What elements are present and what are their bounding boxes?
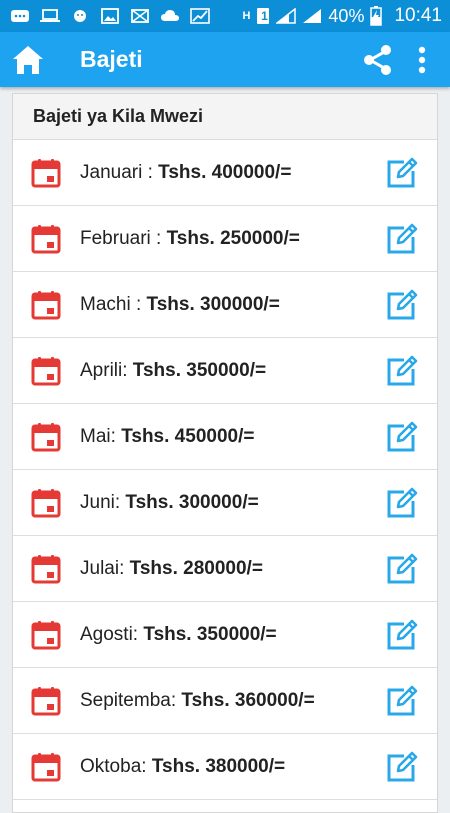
list-item[interactable]: Mai: Tshs. 450000/=: [13, 404, 437, 470]
month-budget-text: Agosti: Tshs. 350000/=: [80, 624, 277, 646]
calendar-icon: [31, 357, 61, 386]
list-item[interactable]: Januari : Tshs. 400000/=: [13, 140, 437, 206]
month-budget-text: Aprili: Tshs. 350000/=: [80, 360, 266, 382]
month-budget-text: Machi : Tshs. 300000/=: [80, 294, 280, 316]
month-budget-text: Februari : Tshs. 250000/=: [80, 228, 300, 250]
network-type-label: H: [242, 10, 251, 22]
image-icon: [101, 8, 119, 24]
edit-icon: [387, 619, 418, 650]
edit-button[interactable]: [385, 156, 419, 190]
list-item[interactable]: Sepitemba: Tshs. 360000/=: [13, 668, 437, 734]
sim-slot-label: 1: [261, 9, 268, 23]
month-budget-text: Januari : Tshs. 400000/=: [80, 162, 291, 184]
edit-icon: [387, 553, 418, 584]
budget-list: Januari : Tshs. 400000/= Februari : Tshs…: [13, 140, 437, 800]
list-item[interactable]: Aprili: Tshs. 350000/=: [13, 338, 437, 404]
edit-button[interactable]: [385, 354, 419, 388]
message-icon: [11, 10, 29, 22]
calendar-icon: [31, 621, 61, 650]
month-label: Oktoba:: [80, 755, 152, 777]
calendar-icon: [31, 753, 61, 782]
month-label: Aprili:: [80, 359, 133, 381]
more-vert-icon: [418, 46, 426, 73]
page-title: Bajeti: [80, 46, 143, 72]
list-item[interactable]: Julai: Tshs. 280000/=: [13, 536, 437, 602]
list-item[interactable]: Februari : Tshs. 250000/=: [13, 206, 437, 272]
app-bar-actions: [356, 32, 450, 87]
list-item[interactable]: Juni: Tshs. 300000/=: [13, 470, 437, 536]
edit-button[interactable]: [385, 222, 419, 256]
month-budget-text: Mai: Tshs. 450000/=: [80, 426, 254, 448]
edit-button[interactable]: [385, 288, 419, 322]
calendar-icon: [31, 555, 61, 584]
budget-card: Bajeti ya Kila Mwezi Januari : Tshs. 400…: [12, 93, 438, 813]
edit-button[interactable]: [385, 684, 419, 718]
month-label: Julai:: [80, 557, 130, 579]
month-budget-text: Julai: Tshs. 280000/=: [80, 558, 263, 580]
amount-value: Tshs. 380000/=: [151, 755, 286, 777]
face-icon: [74, 10, 86, 22]
calendar-icon: [31, 225, 61, 254]
month-budget-text: Juni: Tshs. 300000/=: [80, 492, 259, 514]
edit-icon: [387, 487, 418, 518]
edit-icon: [387, 289, 418, 320]
chart-icon: [190, 8, 210, 24]
amount-value: Tshs. 350000/=: [132, 359, 267, 381]
edit-button[interactable]: [385, 420, 419, 454]
battery-percent: 40%: [328, 5, 365, 26]
edit-button[interactable]: [385, 552, 419, 586]
edit-icon: [387, 421, 418, 452]
status-bar: H 1 40% 10:41: [0, 0, 450, 32]
system-icons: H 1 40% 10:41: [242, 5, 442, 27]
share-icon: [364, 44, 391, 75]
edit-icon: [387, 157, 418, 188]
edit-button[interactable]: [385, 750, 419, 784]
amount-value: Tshs. 280000/=: [129, 557, 263, 579]
home-icon: [13, 45, 43, 74]
calendar-icon: [31, 159, 61, 188]
month-label: Sepitemba:: [80, 689, 182, 711]
clock: 10:41: [394, 5, 442, 26]
notification-icons: [10, 8, 210, 24]
signal-icon-1: [276, 8, 297, 24]
month-label: Agosti:: [80, 623, 144, 645]
month-label: Januari :: [80, 161, 159, 183]
share-button[interactable]: [356, 32, 400, 87]
month-budget-text: Sepitemba: Tshs. 360000/=: [80, 690, 315, 712]
list-item[interactable]: Machi : Tshs. 300000/=: [13, 272, 437, 338]
edit-button[interactable]: [385, 486, 419, 520]
calendar-icon: [31, 423, 61, 452]
month-label: Februari :: [80, 227, 167, 249]
mail-icon: [131, 9, 149, 23]
edit-icon: [387, 751, 418, 782]
amount-value: Tshs. 300000/=: [125, 491, 259, 513]
cloud-icon: [161, 10, 179, 21]
amount-value: Tshs. 350000/=: [143, 623, 277, 645]
amount-value: Tshs. 400000/=: [158, 161, 292, 183]
amount-value: Tshs. 250000/=: [166, 227, 300, 249]
amount-value: Tshs. 450000/=: [121, 425, 255, 447]
signal-icon-2: [303, 9, 322, 23]
battery-charging-icon: [370, 6, 383, 26]
home-button[interactable]: [0, 32, 56, 87]
list-item[interactable]: Agosti: Tshs. 350000/=: [13, 602, 437, 668]
amount-value: Tshs. 300000/=: [146, 293, 280, 315]
edit-button[interactable]: [385, 618, 419, 652]
month-label: Juni:: [80, 491, 126, 513]
laptop-icon: [40, 9, 60, 22]
edit-icon: [387, 685, 418, 716]
card-title: Bajeti ya Kila Mwezi: [13, 94, 437, 140]
app-bar: Bajeti: [0, 32, 450, 87]
month-label: Mai:: [80, 425, 122, 447]
calendar-icon: [31, 687, 61, 716]
amount-value: Tshs. 360000/=: [181, 689, 315, 711]
more-options-button[interactable]: [400, 32, 444, 87]
calendar-icon: [31, 489, 61, 518]
calendar-icon: [31, 291, 61, 320]
list-item[interactable]: Oktoba: Tshs. 380000/=: [13, 734, 437, 800]
edit-icon: [387, 355, 418, 386]
edit-icon: [387, 223, 418, 254]
month-budget-text: Oktoba: Tshs. 380000/=: [80, 756, 285, 778]
month-label: Machi :: [80, 293, 147, 315]
